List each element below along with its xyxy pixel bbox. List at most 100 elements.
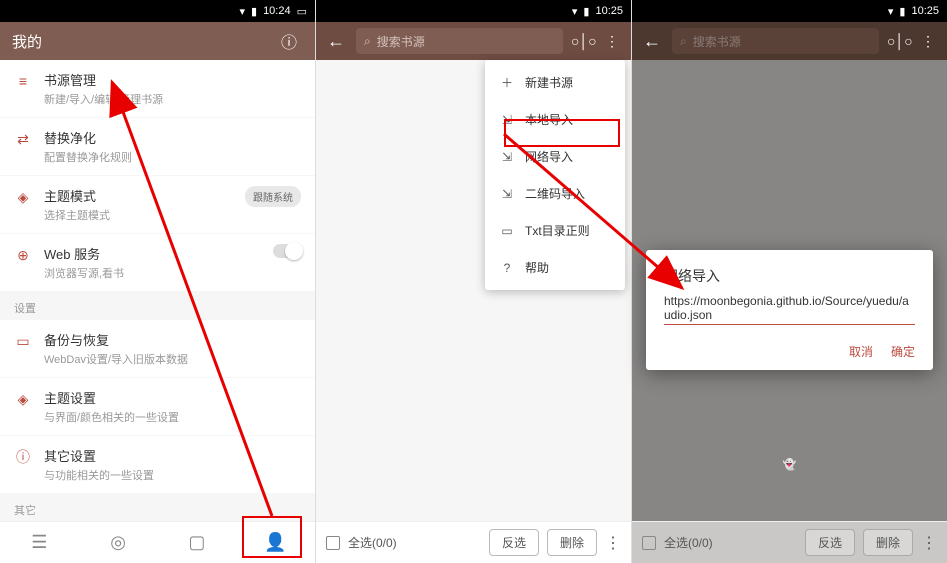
globe-icon: ⊕ — [14, 246, 32, 264]
item-book-source-mgmt[interactable]: ≡ 书源管理新建/导入/编辑/管理书源 — [0, 60, 315, 117]
net-import-dialog: 网络导入 https://moonbegonia.github.io/Sourc… — [646, 250, 933, 370]
stack-icon: ≡ — [14, 72, 32, 90]
item-title: 主题设置 — [44, 388, 301, 407]
tab-mine[interactable]: 👤 — [236, 532, 315, 553]
item-theme-settings[interactable]: ◈ 主题设置与界面/颜色相关的一些设置 — [0, 378, 315, 435]
item-web-service[interactable]: ⊕ Web 服务浏览器写源,看书 — [0, 234, 315, 291]
menu-help[interactable]: ?帮助 — [485, 249, 625, 286]
search-placeholder: 搜索书源 — [377, 33, 425, 50]
more-icon[interactable]: ⋮ — [601, 33, 623, 50]
search-placeholder: 搜索书源 — [693, 33, 741, 50]
item-title: 书源管理 — [44, 70, 301, 89]
tab-explore[interactable]: ◎ — [79, 532, 158, 553]
item-backup[interactable]: ▭ 备份与恢复 WebDav设置/导入旧版本数据 — [0, 320, 315, 377]
tab-bookshelf[interactable]: ☰ — [0, 532, 79, 553]
search-input: ⌕ 搜索书源 — [672, 28, 879, 54]
select-all-label: 全选(0/0) — [348, 534, 397, 551]
import-icon: ⇲ — [499, 113, 515, 127]
more-icon: ⋮ — [917, 33, 939, 50]
invert-button[interactable]: 反选 — [489, 529, 539, 556]
item-theme-mode[interactable]: ◈ 主题模式选择主题模式 跟随系统 — [0, 176, 315, 233]
select-all-label: 全选(0/0) — [664, 534, 713, 551]
search-icon: ⌕ — [364, 34, 371, 49]
shirt-icon: ◈ — [14, 188, 32, 206]
overflow-menu: ＋新建书源 ⇲ 本地导入 ⇲ 网络导入 ⇲ 二维码导入 ▭ Txt目录正则 ?帮助 — [485, 60, 625, 290]
plus-icon: ＋ — [499, 74, 515, 91]
clock: 10:25 — [911, 5, 939, 17]
bottom-nav: ☰ ◎ ▢ 👤 — [0, 521, 315, 563]
delete-button[interactable]: 删除 — [547, 529, 597, 556]
bottom-action-bar: 全选(0/0) 反选 删除 ⋮ — [632, 521, 947, 563]
section-settings: 设置 — [0, 292, 315, 320]
menu-label: 网络导入 — [525, 148, 573, 165]
clock: 10:25 — [595, 5, 623, 17]
item-title: Web 服务 — [44, 244, 261, 263]
menu-txt-regex[interactable]: ▭ Txt目录正则 — [485, 212, 625, 249]
more-icon: ⋮ — [921, 533, 937, 553]
status-bar: ▾ ▮ 10:24 ▭ — [0, 0, 315, 22]
wifi-icon: ▾ — [888, 5, 894, 18]
dim-body: 网络导入 https://moonbegonia.github.io/Sourc… — [632, 60, 947, 521]
menu-new-source[interactable]: ＋新建书源 — [485, 64, 625, 101]
web-toggle[interactable] — [273, 244, 301, 258]
status-bar: ▾ ▮ 10:25 — [632, 0, 947, 22]
wifi-icon: ▾ — [239, 5, 245, 18]
battery-icon: ▮ — [583, 5, 589, 18]
search-input[interactable]: ⌕ 搜索书源 — [356, 28, 563, 54]
group-icon: ○│○ — [887, 33, 909, 49]
menu-label: 二维码导入 — [525, 185, 585, 202]
shirt-icon: ◈ — [14, 390, 32, 408]
menu-label: 本地导入 — [525, 111, 573, 128]
ok-button[interactable]: 确定 — [891, 343, 915, 360]
bottom-action-bar: 全选(0/0) 反选 删除 ⋮ — [316, 521, 631, 563]
header-mine: 我的 ⓘ — [0, 22, 315, 60]
dialog-title: 网络导入 — [664, 266, 915, 286]
more-icon[interactable]: ⋮ — [605, 533, 621, 553]
invert-button: 反选 — [805, 529, 855, 556]
item-sub: 选择主题模式 — [44, 207, 233, 223]
help-icon[interactable]: ⓘ — [275, 29, 303, 53]
doc-icon: ▭ — [499, 224, 515, 238]
search-icon: ⌕ — [680, 34, 687, 49]
section-other: 其它 — [0, 494, 315, 521]
battery-icon: ▮ — [899, 5, 905, 18]
tab-bookmark[interactable]: ▢ — [158, 532, 237, 553]
wifi-icon: ▾ — [572, 5, 578, 18]
menu-label: 帮助 — [525, 259, 549, 276]
select-all-checkbox — [642, 536, 656, 550]
header-sources: ← ⌕ 搜索书源 ○│○ ⋮ — [316, 22, 631, 60]
item-title: 备份与恢复 — [44, 330, 301, 349]
battery-icon: ▮ — [251, 5, 257, 18]
menu-net-import[interactable]: ⇲ 网络导入 — [485, 138, 625, 175]
item-other-settings[interactable]: ⓘ 其它设置与功能相关的一些设置 — [0, 436, 315, 493]
settings-list: ≡ 书源管理新建/导入/编辑/管理书源 ⇄ 替换净化配置替换净化规则 ◈ 主题模… — [0, 60, 315, 521]
item-sub: 配置替换净化规则 — [44, 149, 301, 165]
menu-local-import[interactable]: ⇲ 本地导入 — [485, 101, 625, 138]
back-icon: ← — [640, 31, 664, 52]
item-sub: 新建/导入/编辑/管理书源 — [44, 91, 301, 107]
select-all-checkbox[interactable] — [326, 536, 340, 550]
import-icon: ⇲ — [499, 150, 515, 164]
page-title: 我的 — [12, 31, 42, 52]
item-sub: 浏览器写源,看书 — [44, 265, 261, 281]
group-icon[interactable]: ○│○ — [571, 33, 593, 49]
menu-qr-import[interactable]: ⇲ 二维码导入 — [485, 175, 625, 212]
item-title: 主题模式 — [44, 186, 233, 205]
info-icon: ⓘ — [14, 448, 32, 466]
menu-label: Txt目录正则 — [525, 222, 590, 239]
status-bar: ▾ ▮ 10:25 — [316, 0, 631, 22]
item-sub: 与界面/颜色相关的一些设置 — [44, 409, 301, 425]
delete-button: 删除 — [863, 529, 913, 556]
item-title: 其它设置 — [44, 446, 301, 465]
cancel-button[interactable]: 取消 — [849, 343, 873, 360]
import-icon: ⇲ — [499, 187, 515, 201]
pic-icon: ▭ — [297, 5, 307, 18]
item-replace[interactable]: ⇄ 替换净化配置替换净化规则 — [0, 118, 315, 175]
clock: 10:24 — [263, 5, 291, 17]
header-sources-dim: ← ⌕ 搜索书源 ○│○ ⋮ — [632, 22, 947, 60]
back-icon[interactable]: ← — [324, 31, 348, 52]
url-input[interactable]: https://moonbegonia.github.io/Source/yue… — [664, 294, 915, 325]
item-sub: WebDav设置/导入旧版本数据 — [44, 351, 301, 367]
ghost-icon: 👻 — [783, 458, 797, 471]
folder-icon: ▭ — [14, 332, 32, 350]
